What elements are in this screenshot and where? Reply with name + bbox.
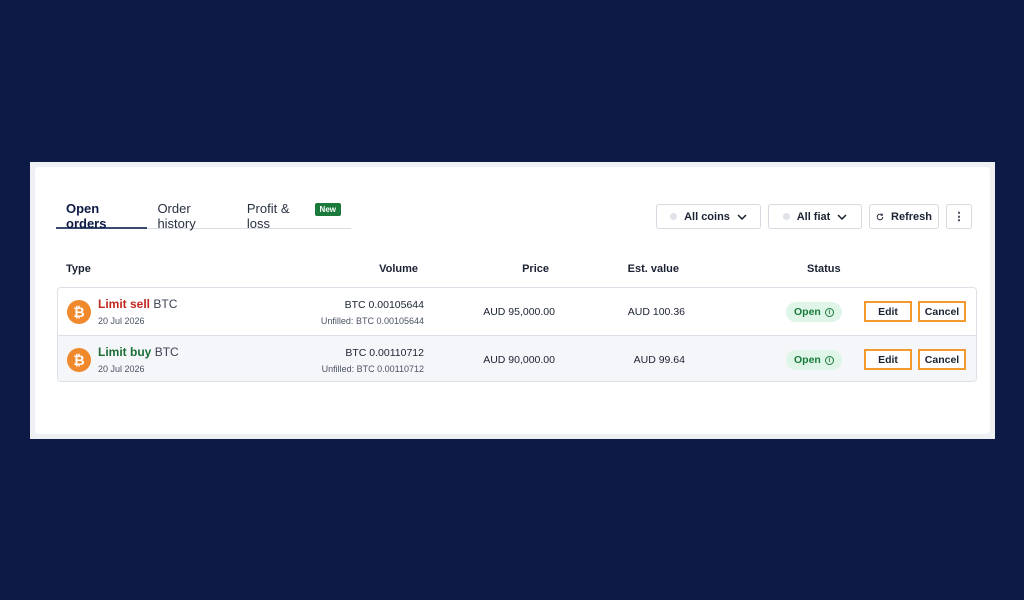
order-est-value: AUD 100.36 — [627, 306, 685, 318]
col-status-header: Status — [807, 263, 841, 275]
table-header: Type Volume Price Est. value Status — [35, 263, 990, 275]
order-unfilled: Unfilled: BTC 0.00110712 — [321, 364, 424, 374]
orders-table: ₿ Limit sell BTC 20 Jul 2026 BTC 0.00105… — [57, 287, 977, 382]
more-icon: ⋮ — [953, 211, 965, 223]
order-type: Limit buy BTC — [98, 345, 179, 359]
fiat-dot-icon — [782, 213, 790, 220]
edit-button[interactable]: Edit — [864, 301, 912, 322]
status-badge: Open i — [786, 350, 842, 370]
coins-filter-dropdown[interactable]: All coins — [656, 204, 761, 229]
refresh-icon — [876, 213, 884, 220]
info-icon[interactable]: i — [824, 355, 834, 365]
order-date: 20 Jul 2026 — [98, 364, 145, 374]
order-price: AUD 95,000.00 — [483, 306, 555, 318]
table-row: ₿ Limit buy BTC 20 Jul 2026 BTC 0.001107… — [58, 335, 976, 381]
tab-order-history[interactable]: Order history — [147, 193, 236, 231]
tab-bar: Open orders Order history Profit & loss … — [56, 193, 351, 231]
tab-profit-loss-label: Profit & loss — [246, 201, 290, 231]
refresh-button[interactable]: Refresh — [869, 204, 939, 229]
col-type-header: Type — [66, 263, 91, 275]
order-unfilled: Unfilled: BTC 0.00105644 — [320, 316, 424, 326]
cancel-button[interactable]: Cancel — [918, 301, 966, 322]
cancel-button[interactable]: Cancel — [918, 349, 966, 370]
col-price-header: Price — [522, 263, 549, 275]
tab-open-orders-label: Open orders — [66, 201, 107, 231]
order-coin: BTC — [154, 345, 179, 359]
status-label: Open — [794, 354, 821, 366]
orders-window: Open orders Order history Profit & loss … — [30, 162, 995, 439]
order-volume: BTC 0.00110712 — [345, 347, 424, 359]
order-coin: BTC — [153, 297, 178, 311]
order-type: Limit sell BTC — [98, 297, 177, 311]
orders-panel: Open orders Order history Profit & loss … — [35, 167, 990, 434]
fiat-filter-label: All fiat — [796, 210, 831, 223]
order-volume: BTC 0.00105644 — [344, 299, 424, 311]
info-icon[interactable]: i — [824, 307, 834, 317]
order-date: 20 Jul 2026 — [98, 316, 145, 326]
tab-open-orders[interactable]: Open orders — [56, 193, 148, 231]
coin-dot-icon — [670, 213, 678, 220]
refresh-label: Refresh — [891, 210, 932, 223]
bitcoin-icon: ₿ — [67, 348, 91, 372]
chevron-down-icon — [737, 213, 747, 220]
bitcoin-icon: ₿ — [67, 300, 91, 324]
order-est-value: AUD 99.64 — [633, 354, 685, 366]
more-options-button[interactable]: ⋮ — [946, 204, 972, 229]
order-type-label: Limit buy — [98, 345, 152, 359]
col-volume-header: Volume — [379, 263, 418, 275]
order-price: AUD 90,000.00 — [483, 354, 555, 366]
edit-button[interactable]: Edit — [864, 349, 912, 370]
fiat-filter-dropdown[interactable]: All fiat — [768, 204, 862, 229]
order-type-label: Limit sell — [98, 297, 151, 311]
tab-profit-loss[interactable]: Profit & loss New — [237, 193, 351, 231]
status-label: Open — [794, 306, 821, 318]
col-est-value-header: Est. value — [627, 263, 679, 275]
table-row: ₿ Limit sell BTC 20 Jul 2026 BTC 0.00105… — [58, 288, 976, 335]
status-badge: Open i — [786, 302, 842, 322]
coins-filter-label: All coins — [684, 210, 730, 223]
toolbar: All coins All fiat Refresh ⋮ — [656, 204, 972, 229]
chevron-down-icon — [837, 213, 847, 220]
new-badge: New — [314, 203, 341, 216]
tab-order-history-label: Order history — [157, 201, 196, 231]
